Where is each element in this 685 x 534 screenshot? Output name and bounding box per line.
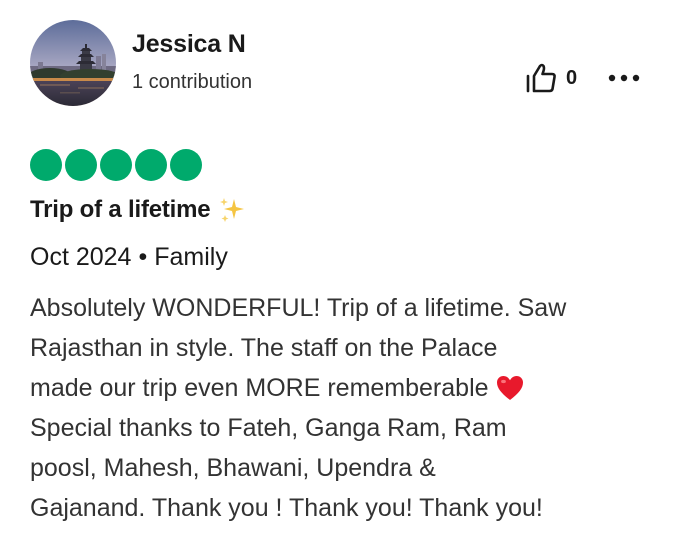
review-body-line: Special thanks to Fateh, Ganga Ram, Ram bbox=[30, 414, 507, 442]
review-body-line-text: made our trip even MORE rememberable bbox=[30, 374, 489, 402]
contribution-count: 1 contribution bbox=[132, 71, 253, 93]
rating-bubble bbox=[30, 149, 62, 181]
trip-meta: Oct 2024 • Family bbox=[30, 243, 228, 272]
thumbs-up-icon bbox=[526, 63, 556, 93]
review-card: Jessica N 1 contribution 0 Trip of a lif… bbox=[0, 0, 685, 534]
red-heart-icon bbox=[496, 376, 523, 400]
avatar-image bbox=[30, 20, 116, 106]
review-body-line: poosl, Mahesh, Bhawani, Upendra & bbox=[30, 454, 436, 482]
meta-separator: • bbox=[138, 243, 148, 271]
review-body: Absolutely WONDERFUL! Trip of a lifetime… bbox=[30, 288, 660, 528]
trip-date: Oct 2024 bbox=[30, 243, 132, 271]
trip-type: Family bbox=[154, 243, 228, 271]
rating-bubbles bbox=[30, 149, 202, 181]
review-body-line: Rajasthan in style. The staff on the Pal… bbox=[30, 334, 498, 362]
rating-bubble bbox=[100, 149, 132, 181]
review-body-line: Gajanand. Thank you ! Thank you! Thank y… bbox=[30, 494, 543, 522]
avatar[interactable] bbox=[30, 20, 116, 106]
rating-bubble bbox=[65, 149, 97, 181]
helpful-vote-button[interactable]: 0 bbox=[525, 62, 577, 94]
reviewer-name[interactable]: Jessica N bbox=[132, 30, 246, 59]
rating-bubble bbox=[170, 149, 202, 181]
review-title-text: Trip of a lifetime bbox=[30, 196, 211, 223]
rating-bubble bbox=[135, 149, 167, 181]
review-title[interactable]: Trip of a lifetime bbox=[30, 196, 246, 224]
more-options-button[interactable] bbox=[606, 62, 642, 94]
review-body-line: Absolutely WONDERFUL! Trip of a lifetime… bbox=[30, 294, 567, 322]
helpful-count: 0 bbox=[566, 66, 578, 89]
review-body-line: made our trip even MORE rememberable bbox=[30, 368, 660, 408]
more-options-icon bbox=[608, 74, 640, 82]
sparkles-icon bbox=[220, 198, 245, 222]
